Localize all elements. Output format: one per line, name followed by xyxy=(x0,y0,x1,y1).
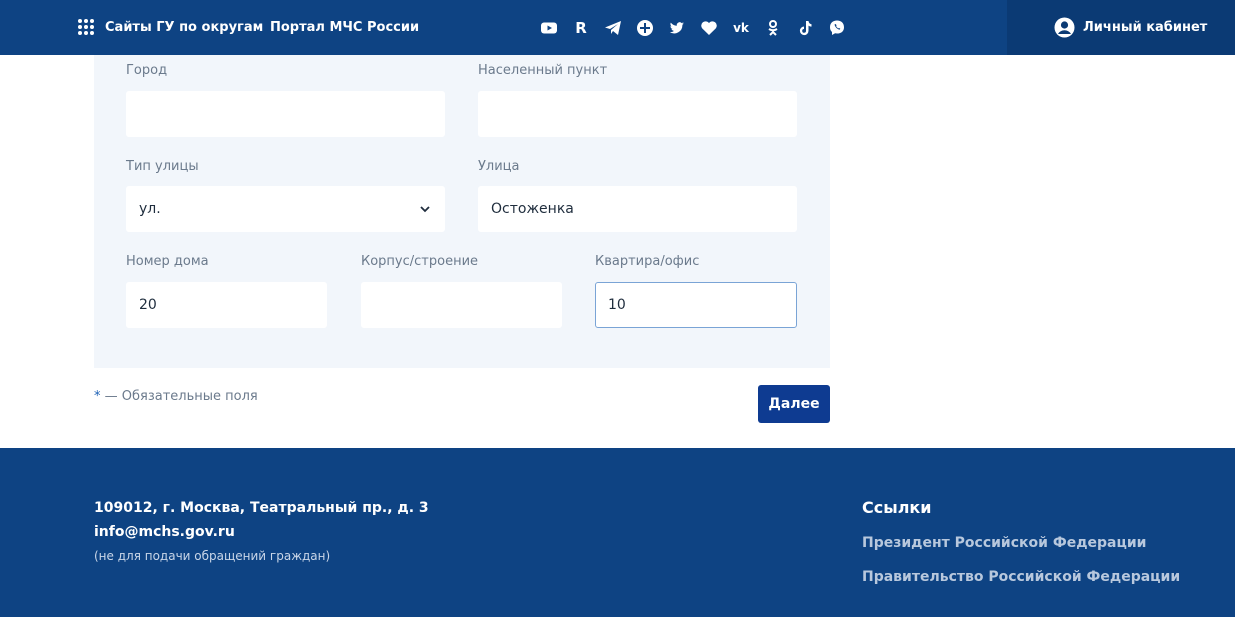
footer-email-note: (не для подачи обращений граждан) xyxy=(94,549,331,563)
odnoklassniki-icon[interactable] xyxy=(764,19,782,37)
street-type-label: Тип улицы xyxy=(126,159,199,174)
required-note-text: — Обязательные поля xyxy=(100,389,258,404)
house-number-label: Номер дома xyxy=(126,254,209,269)
footer-email-link[interactable]: info@mchs.gov.ru xyxy=(94,524,235,540)
user-avatar-icon xyxy=(1054,17,1075,38)
footer-link-government[interactable]: Правительство Российской Федерации xyxy=(862,569,1180,585)
footer-address: 109012, г. Москва, Театральный пр., д. 3 xyxy=(94,500,429,516)
street-field[interactable]: Остоженка xyxy=(478,186,797,232)
locality-label: Населенный пункт xyxy=(478,63,608,78)
locality-field[interactable] xyxy=(478,91,797,137)
building-field[interactable] xyxy=(361,282,562,328)
building-label: Корпус/строение xyxy=(361,254,479,269)
city-field[interactable] xyxy=(126,91,445,137)
street-label: Улица xyxy=(478,159,520,174)
footer-links-title: Ссылки xyxy=(862,498,932,517)
personal-account-button[interactable]: Личный кабинет xyxy=(1007,0,1235,55)
footer: 109012, г. Москва, Театральный пр., д. 3… xyxy=(0,448,1235,617)
svg-text:vk: vk xyxy=(733,21,750,35)
regional-sites-link[interactable]: Сайты ГУ по округам xyxy=(105,0,263,55)
social-links: R vk xyxy=(540,18,846,38)
twitter-icon[interactable] xyxy=(668,19,686,37)
chevron-down-icon xyxy=(420,206,430,213)
svg-text:R: R xyxy=(575,19,587,37)
footer-link-president[interactable]: Президент Российской Федерации xyxy=(862,535,1146,551)
plus-icon[interactable] xyxy=(636,19,654,37)
heart-icon[interactable] xyxy=(700,19,718,37)
top-navigation-bar: Сайты ГУ по округам Портал МЧС России R … xyxy=(0,0,1235,55)
street-type-value: ул. xyxy=(139,201,161,217)
rutube-icon[interactable]: R xyxy=(572,19,590,37)
city-label: Город xyxy=(126,63,168,78)
youtube-icon[interactable] xyxy=(540,19,558,37)
apartment-field[interactable]: 10 xyxy=(595,282,797,328)
personal-account-label: Личный кабинет xyxy=(1083,20,1208,35)
house-number-field[interactable]: 20 xyxy=(126,282,327,328)
mchs-portal-link[interactable]: Портал МЧС России xyxy=(270,0,419,55)
apps-grid-icon[interactable] xyxy=(78,19,94,35)
street-type-select[interactable]: ул. xyxy=(126,186,445,232)
apartment-label: Квартира/офис xyxy=(595,254,700,269)
telegram-icon[interactable] xyxy=(604,19,622,37)
viber-icon[interactable] xyxy=(828,19,846,37)
tiktok-icon[interactable] xyxy=(796,19,814,37)
next-button[interactable]: Далее xyxy=(758,385,830,423)
required-fields-note: * — Обязательные поля xyxy=(94,389,258,404)
vk-icon[interactable]: vk xyxy=(732,19,750,37)
